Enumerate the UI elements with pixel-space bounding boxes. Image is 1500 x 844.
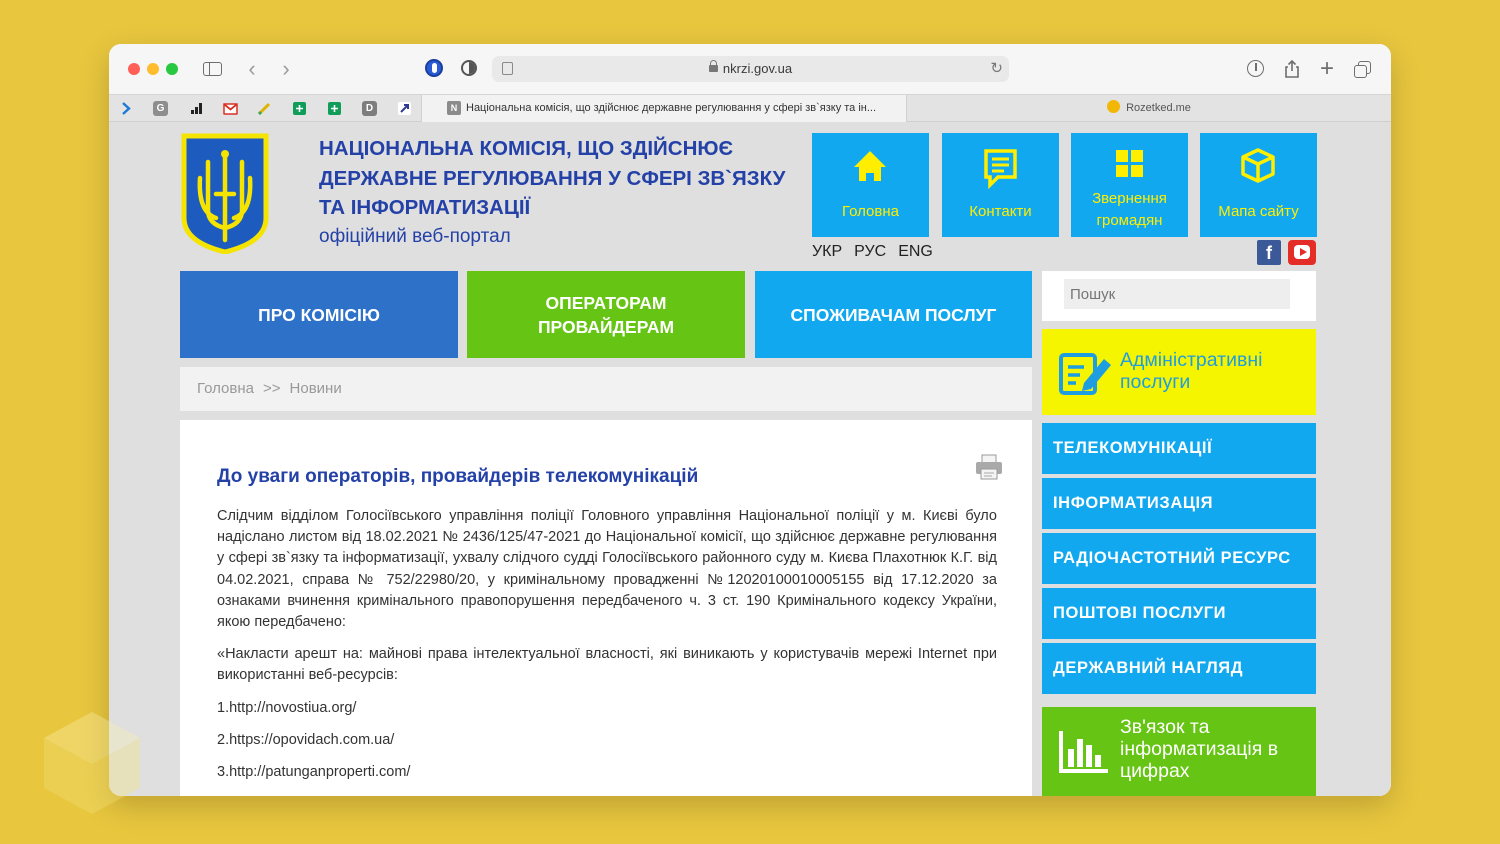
sidebar-item-state-supervision[interactable]: ДЕРЖАВНИЙ НАГЛЯД bbox=[1042, 643, 1316, 694]
tab-rozetked[interactable]: Rozetked.me bbox=[907, 95, 1391, 122]
signal-icon[interactable] bbox=[189, 101, 204, 116]
g-icon[interactable]: G bbox=[153, 101, 168, 116]
back-icon[interactable]: ‹ bbox=[242, 58, 262, 80]
citizens-appeals-label: Звернення громадян bbox=[1092, 190, 1167, 229]
contacts-button[interactable]: Контакти bbox=[942, 133, 1059, 237]
bar-chart-icon bbox=[1059, 731, 1108, 773]
lang-ukr[interactable]: УКР bbox=[812, 243, 842, 260]
browser-window: ‹ › nkrzi.gov.ua ↻ + G D N Національна к… bbox=[109, 44, 1391, 796]
new-tab-icon[interactable]: + bbox=[1316, 57, 1338, 81]
youtube-icon[interactable] bbox=[1288, 240, 1316, 265]
tab-label: Rozetked.me bbox=[1126, 102, 1191, 114]
coat-of-arms-logo[interactable] bbox=[180, 132, 270, 254]
article-link-item: 1.http://novostiua.org/ bbox=[217, 700, 357, 716]
lang-eng[interactable]: ENG bbox=[898, 243, 933, 260]
home-label: Головна bbox=[842, 203, 899, 220]
minimize-window-button[interactable] bbox=[147, 63, 159, 75]
sheets-icon[interactable] bbox=[292, 101, 307, 116]
tab-bar: G D N Національна комісія, що здійснює д… bbox=[109, 94, 1391, 122]
address-bar[interactable]: nkrzi.gov.ua ↻ bbox=[492, 56, 1009, 82]
sheets-icon[interactable] bbox=[327, 101, 342, 116]
sidebar-toggle-icon[interactable] bbox=[202, 58, 224, 80]
form-edit-icon bbox=[1059, 353, 1111, 395]
url-text: nkrzi.gov.ua bbox=[722, 61, 793, 76]
lang-rus[interactable]: РУС bbox=[854, 243, 886, 260]
article-title: До уваги операторів, провайдерів телеком… bbox=[217, 466, 699, 487]
language-switcher: УКР РУС ENG bbox=[812, 243, 945, 261]
site-map-button[interactable]: Мапа сайту bbox=[1200, 133, 1317, 237]
article-link-item: 3.http://patunganproperti.com/ bbox=[217, 764, 411, 780]
extension-icon[interactable] bbox=[425, 59, 443, 77]
search-input[interactable] bbox=[1064, 279, 1290, 309]
article-panel: До уваги операторів, провайдерів телеком… bbox=[180, 420, 1032, 796]
cube-icon bbox=[1241, 148, 1275, 183]
contacts-label: Контакти bbox=[969, 203, 1032, 220]
home-button[interactable]: Головна bbox=[812, 133, 929, 237]
sidebar-item-radio-frequency[interactable]: РАДІОЧАСТОТНИЙ РЕСУРС bbox=[1042, 533, 1316, 584]
print-icon[interactable] bbox=[975, 454, 1003, 480]
web-page: НАЦІОНАЛЬНА КОМІСІЯ, ЩО ЗДІЙСНЮЄ ДЕРЖАВН… bbox=[109, 122, 1391, 796]
arrow-icon[interactable] bbox=[119, 101, 134, 116]
site-subtitle: офіційний веб-портал bbox=[319, 226, 511, 247]
pen-icon[interactable] bbox=[257, 101, 272, 116]
breadcrumb: Головна >> Новини bbox=[180, 367, 1032, 411]
rozetked-favicon-icon bbox=[1107, 100, 1121, 113]
favicon: N bbox=[447, 101, 461, 115]
note-icon bbox=[984, 149, 1017, 189]
app-icon[interactable] bbox=[397, 101, 412, 116]
d-icon[interactable]: D bbox=[362, 101, 377, 116]
statistics-label: Зв'язок та інформатизація в цифрах bbox=[1120, 716, 1279, 782]
lock-icon bbox=[708, 60, 718, 72]
sidebar-item-postal-services[interactable]: ПОШТОВІ ПОСЛУГИ bbox=[1042, 588, 1316, 639]
home-icon bbox=[854, 151, 886, 181]
site-map-label: Мапа сайту bbox=[1218, 203, 1299, 220]
article-paragraph: «Накласти арешт на: майнові права інтеле… bbox=[217, 646, 997, 684]
tab-label: Національна комісія, що здійснює державн… bbox=[466, 102, 877, 114]
statistics-banner[interactable]: Зв'язок та інформатизація в цифрах bbox=[1042, 707, 1316, 796]
breadcrumb-home[interactable]: Головна bbox=[197, 380, 254, 397]
nav-about-commission[interactable]: ПРО КОМІСІЮ bbox=[180, 271, 458, 358]
browser-toolbar: ‹ › nkrzi.gov.ua ↻ + bbox=[109, 44, 1391, 94]
tab-overview-icon[interactable] bbox=[1352, 58, 1374, 80]
site-title[interactable]: НАЦІОНАЛЬНА КОМІСІЯ, ЩО ЗДІЙСНЮЄ ДЕРЖАВН… bbox=[319, 134, 799, 223]
sidebar-item-informatization[interactable]: ІНФОРМАТИЗАЦІЯ bbox=[1042, 478, 1316, 529]
citizens-appeals-button[interactable]: Звернення громадян bbox=[1071, 133, 1188, 237]
close-window-button[interactable] bbox=[128, 63, 140, 75]
grid-icon bbox=[1116, 150, 1143, 177]
breadcrumb-separator: >> bbox=[263, 380, 281, 397]
reload-icon[interactable]: ↻ bbox=[990, 59, 1003, 77]
nav-operators-providers[interactable]: ОПЕРАТОРАМ ПРОВАЙДЕРАМ bbox=[467, 271, 745, 358]
zoom-window-button[interactable] bbox=[166, 63, 178, 75]
sidebar-item-telecommunications[interactable]: ТЕЛЕКОМУНІКАЦІЇ bbox=[1042, 423, 1316, 474]
breadcrumb-current: Новини bbox=[289, 380, 342, 397]
article-paragraph: Слідчим відділом Голосіївського управлін… bbox=[217, 508, 997, 631]
forward-icon[interactable]: › bbox=[276, 58, 296, 80]
watermark-hexagon-icon bbox=[44, 712, 140, 814]
search-panel bbox=[1042, 271, 1316, 321]
nav-consumers[interactable]: СПОЖИВАЧАМ ПОСЛУГ bbox=[755, 271, 1032, 358]
nav-operators-label: ОПЕРАТОРАМ ПРОВАЙДЕРАМ bbox=[537, 292, 675, 337]
administrative-services-label: Адміністративні послуги bbox=[1120, 349, 1263, 393]
tab-active[interactable]: N Національна комісія, що здійснює держа… bbox=[421, 95, 907, 122]
privacy-extension-icon[interactable] bbox=[461, 60, 477, 76]
share-icon[interactable] bbox=[1281, 58, 1303, 80]
facebook-icon[interactable]: f bbox=[1257, 240, 1281, 265]
article-link-item: 2.https://opovidach.com.ua/ bbox=[217, 732, 395, 748]
downloads-icon[interactable] bbox=[1245, 58, 1267, 80]
gmail-icon[interactable] bbox=[223, 101, 238, 116]
administrative-services-banner[interactable]: Адміністративні послуги bbox=[1042, 329, 1316, 415]
